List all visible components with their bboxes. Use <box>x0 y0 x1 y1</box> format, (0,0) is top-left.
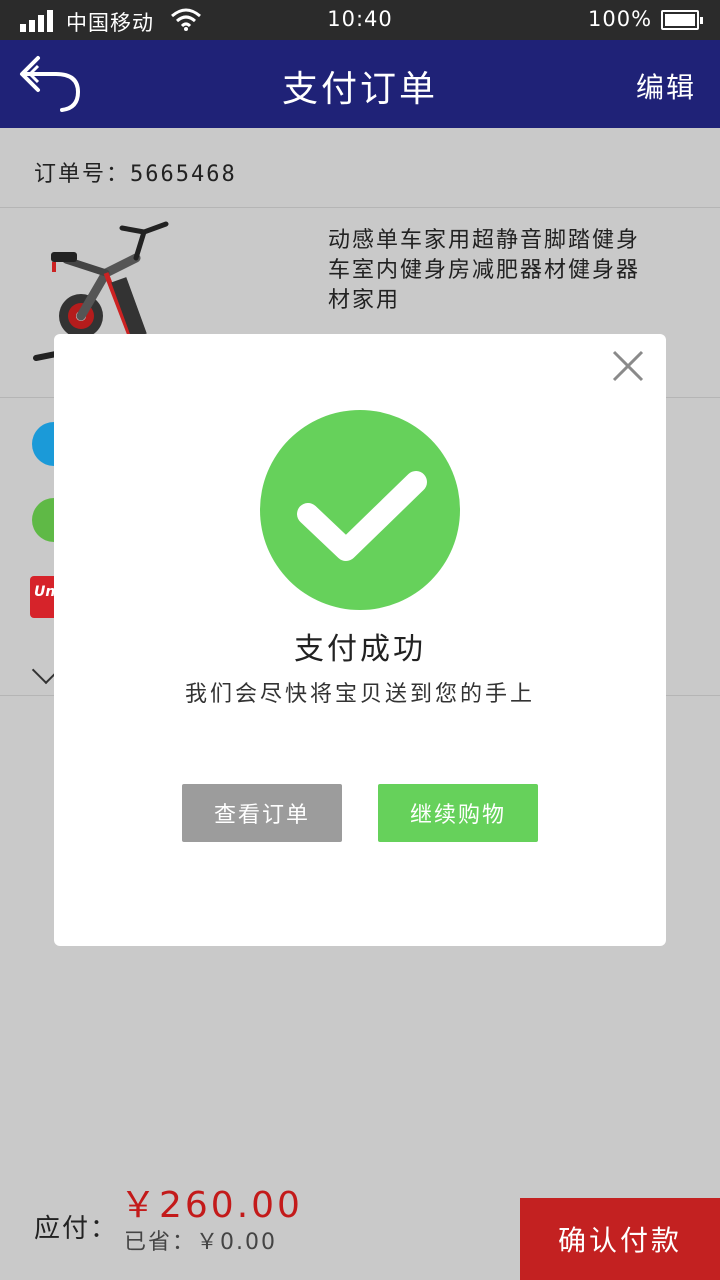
continue-shopping-button[interactable]: 继续购物 <box>378 784 538 842</box>
order-number: 订单号：5665468 <box>34 156 237 188</box>
order-number-label: 订单号： <box>34 162 131 187</box>
product-description: 动感单车家用超静音脚踏健身车室内健身房减肥器材健身器材家用 <box>328 228 641 313</box>
amount-due: ￥260.00 <box>120 1185 303 1226</box>
battery-icon <box>661 10 703 30</box>
success-subtitle: 我们会尽快将宝贝送到您的手上 <box>184 682 535 707</box>
page-title: 支付订单 <box>281 69 438 110</box>
battery-percent: 100% <box>588 7 653 31</box>
view-order-button[interactable]: 查看订单 <box>182 784 342 842</box>
back-arrow-icon[interactable] <box>16 52 86 114</box>
edit-button[interactable]: 编辑 <box>636 66 696 106</box>
amount-saved: 已省：￥0.00 <box>124 1230 277 1255</box>
confirm-payment-button[interactable]: 确认付款 <box>520 1198 720 1280</box>
status-bar: 中国移动 10:40 100% <box>0 0 720 40</box>
order-number-value: 5665468 <box>130 162 237 187</box>
payment-success-dialog: 支付成功 我们会尽快将宝贝送到您的手上 查看订单 继续购物 <box>54 334 666 946</box>
success-check-icon <box>260 410 460 610</box>
nav-bar: 支付订单 编辑 <box>0 40 720 128</box>
success-title: 支付成功 <box>294 632 426 667</box>
amount-due-label: 应付： <box>34 1214 119 1244</box>
close-icon[interactable] <box>610 348 646 384</box>
bottom-bar: 应付： ￥260.00 已省：￥0.00 确认付款 <box>0 1185 720 1280</box>
order-number-row: 订单号：5665468 <box>0 128 720 208</box>
